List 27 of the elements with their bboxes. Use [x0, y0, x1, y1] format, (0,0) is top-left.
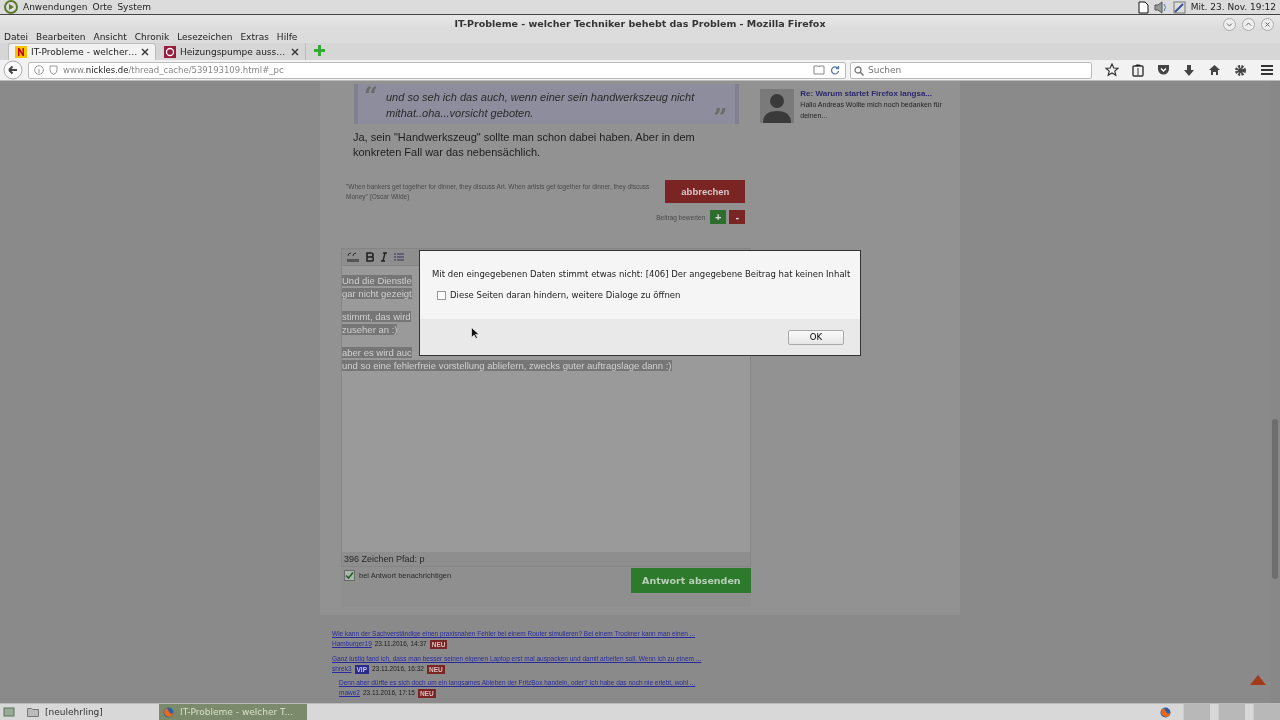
- menu-item[interactable]: Bearbeiten: [36, 32, 86, 42]
- menu-item[interactable]: Lesezeichen: [177, 32, 233, 42]
- panel-menu[interactable]: Anwendungen: [23, 2, 88, 12]
- taskbar-button[interactable]: [neulehrling]: [23, 704, 151, 720]
- window-title: IT-Probleme - welcher Techniker behebt das Problem - Mozilla Firefox: [454, 17, 826, 29]
- ok-button[interactable]: OK: [788, 329, 844, 345]
- menu-item[interactable]: Datei: [4, 32, 28, 42]
- quote-mark: ”: [713, 106, 728, 130]
- panel-menu[interactable]: Orte: [92, 2, 113, 12]
- menu-item[interactable]: Chronik: [134, 32, 170, 42]
- thread-link[interactable]: Re: Warum startet Firefox langsa...: [800, 89, 960, 98]
- search-field[interactable]: Suchen: [850, 61, 1092, 79]
- clock[interactable]: Mit. 23. Nov. 19:12: [1190, 2, 1276, 12]
- panel-menu[interactable]: System: [117, 2, 151, 12]
- dialog-checkbox-label: Diese Seiten daran hindern, weitere Dialoge zu öffnen: [450, 290, 681, 300]
- browser-tab[interactable]: IT-Probleme - welcher…: [8, 43, 156, 60]
- post-text: Ja, sein "Handwerkszeug" sollte man schon dabei haben. Aber in dem konkreten Fall war das nebensächlich.: [353, 130, 696, 160]
- quote-text: und so seh ich das auch, wenn einer sein handwerkszeug nicht mithat..oha...vorsicht geboten.: [386, 90, 696, 121]
- address-field[interactable]: www.nickles.de/thread_cache/539193109.html#_pc: [28, 61, 846, 79]
- editor-status: 396 Zeichen Pfad: p: [342, 552, 751, 566]
- cancel-button[interactable]: abbrechen: [665, 180, 746, 203]
- downvote-button[interactable]: -: [729, 210, 746, 224]
- quote-mark: “: [364, 84, 378, 108]
- menu-item[interactable]: Hilfe: [276, 32, 298, 42]
- upvote-button[interactable]: +: [710, 210, 727, 224]
- menu-item[interactable]: Extras: [240, 32, 269, 42]
- menu-item[interactable]: Ansicht: [93, 32, 127, 42]
